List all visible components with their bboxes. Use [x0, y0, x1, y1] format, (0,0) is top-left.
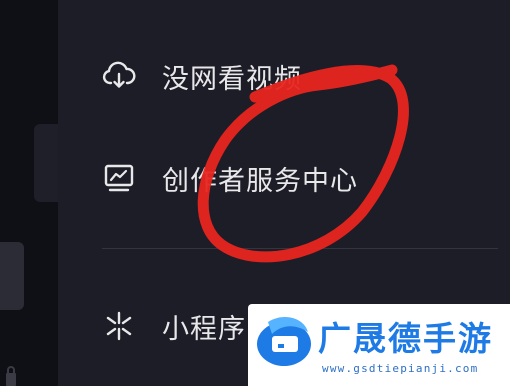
left-background-strip — [0, 0, 58, 386]
watermark-banner: 广晟德手游 www.gsdtiepianji.com — [248, 304, 510, 386]
menu-item-label: 创作者服务中心 — [162, 165, 358, 197]
menu-item-label: 小程序 — [162, 313, 246, 345]
menu-divider — [102, 248, 498, 249]
lock-icon — [6, 366, 16, 386]
menu-item-mini-program[interactable]: 小程序 — [102, 298, 246, 354]
watermark-title: 广晟德手游 — [318, 319, 493, 358]
collapsed-tab-handle[interactable] — [34, 124, 58, 202]
cloud-download-icon — [102, 61, 136, 88]
side-card-edge[interactable] — [0, 242, 24, 310]
watermark-url: www.gsdtiepianji.com — [322, 362, 479, 375]
creator-chart-icon — [104, 164, 134, 192]
menu-item-label: 没网看视频 — [162, 63, 302, 95]
menu-item-offline-video[interactable]: 没网看视频 — [102, 48, 302, 104]
gsd-logo-icon — [257, 317, 311, 366]
menu-item-creator-center[interactable]: 创作者服务中心 — [102, 150, 358, 206]
mini-program-icon — [106, 311, 132, 341]
